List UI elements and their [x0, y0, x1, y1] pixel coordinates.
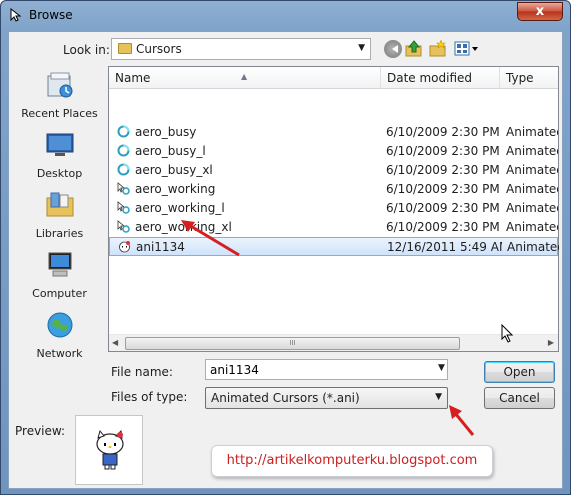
column-label: Name: [115, 71, 151, 85]
chevron-down-icon: ▼: [435, 392, 442, 402]
file-row[interactable]: aero_working_l 6/10/2009 2:30 PM Animate…: [109, 199, 558, 218]
places-bar: Recent Places Desktop Libraries Computer…: [11, 66, 108, 396]
file-type-select[interactable]: Animated Cursors (*.ani) ▼: [205, 387, 448, 409]
desktop-icon: [46, 133, 74, 156]
file-row[interactable]: aero_busy_xl 6/10/2009 2:30 PM Animated: [109, 161, 558, 180]
file-name-label: File name:: [111, 365, 173, 379]
file-name: aero_working: [135, 182, 216, 196]
new-folder-icon[interactable]: [429, 40, 447, 58]
preview-label: Preview:: [15, 424, 66, 438]
column-header-date[interactable]: Date modified: [381, 67, 500, 89]
column-label: Date modified: [387, 71, 473, 85]
file-name: aero_busy: [135, 125, 197, 139]
file-name: aero_working_l: [135, 201, 225, 215]
busy-cursor-icon: [117, 163, 130, 176]
close-icon: x: [535, 4, 545, 19]
place-label: Network: [36, 347, 83, 360]
watermark-url: http://artikelkomputerku.blogspot.com: [211, 445, 493, 477]
file-date: 6/10/2009 2:30 PM: [386, 125, 500, 139]
column-label: Type: [506, 71, 534, 85]
place-label: Computer: [32, 287, 87, 300]
column-header-type[interactable]: Type: [500, 67, 558, 89]
look-in-label: Look in:: [63, 43, 110, 57]
views-menu-icon[interactable]: [454, 40, 480, 58]
open-button[interactable]: Open: [484, 361, 555, 383]
file-type: Animated: [506, 125, 558, 139]
libraries-icon: [46, 192, 74, 217]
file-date: 6/10/2009 2:30 PM: [386, 201, 500, 215]
busy-cursor-icon: [117, 125, 130, 138]
list-header: Name ▲ Date modified Type: [109, 67, 558, 89]
file-type-label: Files of type:: [111, 390, 188, 404]
file-date: 6/10/2009 2:30 PM: [386, 220, 500, 234]
file-date: 6/10/2009 2:30 PM: [386, 144, 500, 158]
cancel-button[interactable]: Cancel: [484, 387, 555, 409]
hello-kitty-cursor-icon: [119, 241, 130, 253]
folder-icon: [118, 43, 132, 54]
window-title: Browse: [29, 8, 73, 22]
mouse-pointer-icon: [501, 324, 514, 343]
place-computer[interactable]: Computer: [11, 250, 108, 308]
place-label: Desktop: [36, 167, 83, 180]
file-type: Animated: [506, 182, 558, 196]
file-type-value: Animated Cursors (*.ani): [211, 391, 360, 405]
scroll-right-icon[interactable]: ▶: [548, 338, 554, 347]
file-row[interactable]: aero_working 6/10/2009 2:30 PM Animated: [109, 180, 558, 199]
place-label: Libraries: [35, 227, 84, 240]
dialog-body: Look in: Cursors ▼ Recent Places Desktop…: [8, 31, 563, 489]
file-date: 6/10/2009 2:30 PM: [386, 163, 500, 177]
recent-places-icon: [47, 72, 73, 98]
file-name: aero_busy_xl: [135, 163, 213, 177]
file-name: aero_busy_l: [135, 144, 206, 158]
annotation-arrow-icon: [181, 220, 240, 257]
working-cursor-icon: [117, 182, 130, 195]
network-icon: [47, 312, 73, 338]
computer-icon: [48, 252, 72, 277]
place-recent-places[interactable]: Recent Places: [11, 70, 108, 128]
scroll-grip-icon: III: [289, 339, 296, 347]
back-button[interactable]: [384, 40, 402, 58]
file-date: 6/10/2009 2:30 PM: [386, 182, 500, 196]
place-libraries[interactable]: Libraries: [11, 190, 108, 248]
file-name-input[interactable]: [205, 359, 448, 380]
file-type: Animated: [506, 144, 558, 158]
annotation-arrow-icon: [449, 405, 475, 436]
file-row-selected[interactable]: ani1134 12/16/2011 5:49 AM Animated: [109, 237, 559, 256]
browse-dialog: Browse x Look in: Cursors ▼ Recent Place…: [0, 0, 571, 495]
scroll-left-icon[interactable]: ◀: [112, 338, 118, 347]
look-in-combo[interactable]: Cursors ▼: [111, 38, 371, 60]
chevron-down-icon[interactable]: ▼: [438, 363, 445, 373]
file-row[interactable]: aero_busy_l 6/10/2009 2:30 PM Animated: [109, 142, 558, 161]
working-cursor-icon: [117, 201, 130, 214]
up-folder-icon[interactable]: [405, 40, 423, 58]
scroll-thumb[interactable]: III: [125, 337, 460, 350]
column-header-name[interactable]: Name ▲: [109, 67, 381, 89]
file-name: ani1134: [136, 240, 185, 254]
file-type: Animated: [507, 240, 559, 254]
busy-cursor-icon: [117, 144, 130, 157]
cursor-icon: [10, 8, 22, 22]
look-in-value: Cursors: [136, 42, 182, 56]
file-date: 12/16/2011 5:49 AM: [387, 240, 502, 254]
sort-ascending-icon: ▲: [241, 72, 248, 81]
file-list[interactable]: Name ▲ Date modified Type aero_busy 6/10…: [108, 66, 559, 352]
place-desktop[interactable]: Desktop: [11, 130, 108, 188]
file-row[interactable]: aero_working_xl 6/10/2009 2:30 PM Animat…: [109, 218, 558, 237]
place-label: Recent Places: [21, 107, 98, 120]
close-button[interactable]: x: [517, 2, 563, 21]
file-type: Animated: [506, 163, 558, 177]
horizontal-scrollbar[interactable]: ◀ III ▶: [109, 334, 558, 351]
place-network[interactable]: Network: [11, 310, 108, 368]
file-name: aero_working_xl: [135, 220, 232, 234]
file-row[interactable]: aero_busy 6/10/2009 2:30 PM Animated: [109, 123, 558, 142]
preview-box: [75, 415, 143, 485]
working-cursor-icon: [117, 220, 130, 233]
file-type: Animated: [506, 220, 558, 234]
title-bar[interactable]: Browse x: [1, 1, 570, 31]
hello-kitty-preview-icon: [96, 430, 124, 470]
file-type: Animated: [506, 201, 558, 215]
chevron-down-icon: ▼: [358, 43, 365, 53]
